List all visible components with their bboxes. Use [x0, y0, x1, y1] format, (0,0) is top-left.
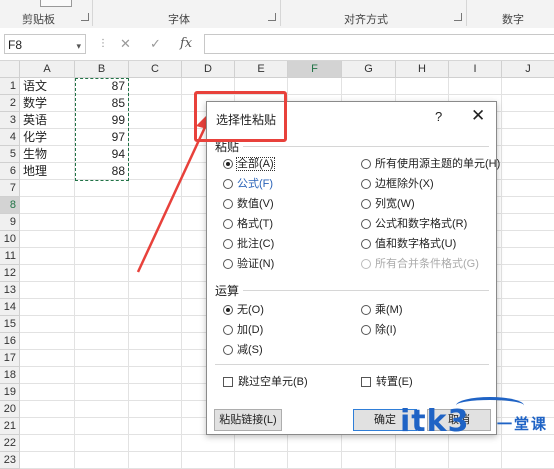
watermark-logo: itk3 — [400, 404, 470, 439]
transpose-checkbox[interactable]: 转置(E) — [361, 375, 413, 389]
radio-button[interactable] — [223, 179, 233, 189]
paste-option-4[interactable]: 批注(C) — [223, 237, 274, 251]
paste-option-label: 格式(T) — [237, 218, 274, 230]
skip-blanks-label: 跳过空单元(B) — [238, 376, 308, 388]
radio-button[interactable] — [361, 239, 371, 249]
paste-option-3[interactable]: 格式(T) — [223, 217, 273, 231]
help-icon[interactable]: ? — [435, 109, 442, 124]
operation-option-1[interactable]: 加(D) — [223, 323, 263, 337]
paste-option-label: 值和数字格式(U) — [375, 238, 457, 250]
paste-option-label: 公式和数字格式(R) — [375, 218, 468, 230]
paste-option-2[interactable]: 数值(V) — [223, 197, 274, 211]
radio-button[interactable] — [361, 159, 371, 169]
radio-button — [361, 259, 371, 269]
paste-option-label: 列宽(W) — [375, 198, 415, 210]
paste-option-1[interactable]: 公式(F) — [223, 177, 273, 191]
paste-option-label: 全部(A) — [236, 157, 275, 171]
paste-special-dialog: 选择性粘贴 ? ✕ 粘贴 全部(A) 公式(F) 数值(V) 格式(T) 批注(C) 验证… — [206, 101, 500, 435]
close-icon[interactable]: ✕ — [471, 106, 485, 126]
radio-button[interactable] — [361, 325, 371, 335]
operation-option-label: 除(I) — [375, 324, 397, 336]
paste-option-label: 边框除外(X) — [375, 178, 434, 190]
operation-option-label: 乘(M) — [375, 304, 403, 316]
divider — [243, 290, 489, 291]
radio-button[interactable] — [361, 219, 371, 229]
watermark-suffix: 一堂课 — [497, 416, 549, 433]
checkbox-box[interactable] — [223, 377, 233, 387]
divider — [243, 146, 489, 147]
paste-option-5: 所有合并条件格式(G) — [361, 257, 479, 271]
paste-option-label: 数值(V) — [237, 198, 274, 210]
radio-button[interactable] — [223, 305, 233, 315]
operation-option-0[interactable]: 乘(M) — [361, 303, 403, 317]
paste-option-4[interactable]: 值和数字格式(U) — [361, 237, 456, 251]
paste-option-label: 批注(C) — [237, 238, 275, 250]
paste-option-label: 公式(F) — [237, 178, 274, 190]
transpose-label: 转置(E) — [376, 376, 413, 388]
radio-button[interactable] — [361, 199, 371, 209]
radio-button[interactable] — [223, 159, 233, 169]
operation-section-label: 运算 — [215, 284, 240, 298]
radio-button[interactable] — [223, 239, 233, 249]
radio-button[interactable] — [361, 179, 371, 189]
radio-button[interactable] — [223, 345, 233, 355]
paste-option-label: 所有使用源主题的单元(H) — [375, 158, 501, 170]
radio-button[interactable] — [223, 259, 233, 269]
paste-option-0[interactable]: 全部(A) — [223, 157, 275, 171]
arrow-shaft — [136, 124, 208, 273]
operation-option-2[interactable]: 减(S) — [223, 343, 263, 357]
operation-option-1[interactable]: 除(I) — [361, 323, 396, 337]
paste-option-label: 验证(N) — [237, 258, 275, 270]
skip-blanks-checkbox[interactable]: 跳过空单元(B) — [223, 375, 308, 389]
radio-button[interactable] — [223, 219, 233, 229]
radio-button[interactable] — [361, 305, 371, 315]
paste-option-1[interactable]: 边框除外(X) — [361, 177, 434, 191]
checkbox-box[interactable] — [361, 377, 371, 387]
paste-option-3[interactable]: 公式和数字格式(R) — [361, 217, 467, 231]
paste-option-label: 所有合并条件格式(G) — [375, 258, 479, 270]
divider — [215, 364, 489, 365]
annotation-highlight-box — [194, 91, 287, 142]
paste-option-2[interactable]: 列宽(W) — [361, 197, 415, 211]
operation-option-label: 减(S) — [237, 344, 263, 356]
operation-option-label: 无(O) — [237, 304, 264, 316]
paste-link-button[interactable]: 粘贴链接(L) — [214, 409, 282, 431]
operation-option-0[interactable]: 无(O) — [223, 303, 264, 317]
radio-button[interactable] — [223, 325, 233, 335]
operation-option-label: 加(D) — [237, 324, 264, 336]
radio-button[interactable] — [223, 199, 233, 209]
paste-option-5[interactable]: 验证(N) — [223, 257, 274, 271]
paste-option-0[interactable]: 所有使用源主题的单元(H) — [361, 157, 500, 171]
